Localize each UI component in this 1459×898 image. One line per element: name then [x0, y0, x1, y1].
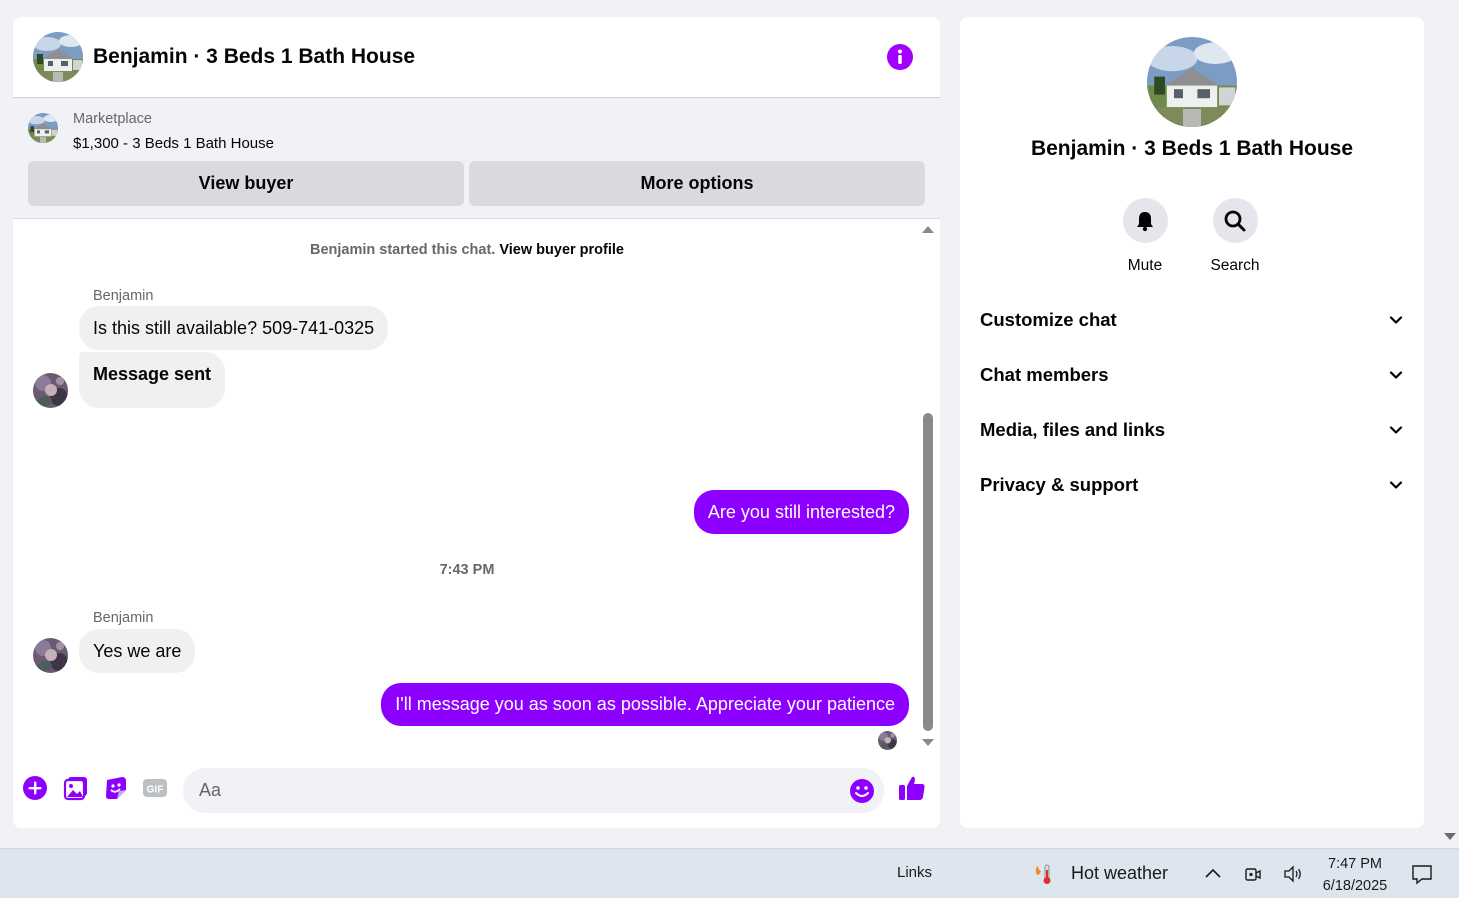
section-media-files-links[interactable]: Media, files and links [960, 402, 1424, 457]
chat-header: Benjamin · 3 Beds 1 Bath House [13, 17, 940, 98]
conversation-avatar[interactable] [1147, 37, 1237, 127]
section-label: Chat members [980, 363, 1109, 385]
notifications-icon[interactable] [1411, 863, 1433, 885]
listing-avatar[interactable] [33, 32, 83, 82]
mute-button[interactable] [1122, 198, 1168, 243]
sticker-button[interactable] [103, 775, 129, 801]
chevron-down-icon [1389, 480, 1403, 489]
search-label: Search [1210, 257, 1260, 274]
search-button[interactable] [1212, 198, 1258, 243]
sender-avatar[interactable] [33, 638, 68, 673]
message-bubble[interactable]: Is this still available? 509-741-0325 [79, 306, 389, 350]
info-icon [898, 49, 902, 64]
scroll-down-arrow[interactable] [922, 739, 934, 746]
smiley-icon [850, 779, 874, 803]
plus-circle-icon [23, 776, 47, 800]
sticker-icon [106, 777, 126, 799]
chat-title: Benjamin · 3 Beds 1 Bath House [93, 45, 416, 68]
search-icon [1224, 210, 1246, 231]
message-bubble[interactable]: Message sent [79, 352, 226, 408]
send-like-button[interactable] [897, 773, 927, 803]
listing-title[interactable]: $1,300 - 3 Beds 1 Bath House [73, 135, 274, 152]
section-label: Customize chat [980, 308, 1117, 330]
taskbar: Links Hot weather 7:47 PM 6/18/2025 [0, 848, 1459, 898]
chevron-down-icon [1389, 425, 1403, 434]
meet-now-icon[interactable] [1242, 863, 1264, 885]
listing-thumbnail[interactable] [28, 113, 58, 143]
svg-text:GIF: GIF [147, 785, 164, 796]
message-list: Benjamin started this chat. View buyer p… [13, 220, 940, 750]
read-receipt-avatar [878, 731, 897, 750]
section-customize-chat[interactable]: Customize chat [960, 292, 1424, 347]
marketplace-listing-bar: Marketplace $1,300 - 3 Beds 1 Bath House… [13, 98, 940, 219]
attach-photo-button[interactable] [63, 775, 89, 801]
message-timestamp: 7:43 PM [439, 562, 495, 578]
message-input[interactable] [183, 768, 884, 813]
photo-icon [63, 777, 87, 801]
more-actions-button[interactable] [22, 775, 48, 801]
conversation-title: Benjamin · 3 Beds 1 Bath House [1030, 137, 1354, 160]
thermometer-icon [1035, 864, 1051, 884]
message-bubble[interactable]: Yes we are [79, 629, 196, 673]
conversation-info-button[interactable] [887, 44, 913, 70]
system-clock[interactable]: 7:47 PM 6/18/2025 [1310, 853, 1400, 897]
message-sender: Benjamin [93, 610, 154, 626]
message-bubble[interactable]: I'll message you as soon as possible. Ap… [381, 683, 909, 726]
search-action[interactable]: Search [1205, 198, 1265, 275]
emoji-button[interactable] [849, 778, 875, 804]
page-scroll-down-arrow[interactable] [1444, 833, 1456, 840]
message-scrollbar-thumb[interactable] [923, 413, 933, 731]
message-composer: GIF [13, 753, 940, 828]
clock-date: 6/18/2025 [1322, 878, 1388, 894]
chevron-up-icon[interactable] [1202, 863, 1224, 885]
links-toolbar[interactable]: Links [897, 864, 932, 881]
view-buyer-profile-link[interactable]: View buyer profile [499, 242, 624, 258]
mute-action[interactable]: Mute [1115, 198, 1175, 275]
conversation-info-panel: Benjamin · 3 Beds 1 Bath House Mute Sear… [960, 17, 1424, 828]
gif-icon: GIF [143, 779, 167, 797]
thumbs-up-icon [899, 776, 925, 800]
chat-started-notice: Benjamin started this chat. View buyer p… [13, 242, 921, 258]
chat-started-text: Benjamin started this chat. [310, 242, 496, 258]
more-options-button[interactable]: More options [469, 161, 925, 206]
clock-time: 7:47 PM [1328, 856, 1382, 872]
chevron-down-icon [1389, 315, 1403, 324]
sender-avatar[interactable] [33, 373, 68, 408]
gif-button[interactable]: GIF [142, 775, 168, 801]
chevron-down-icon [1389, 370, 1403, 379]
weather-widget[interactable]: Hot weather [1071, 863, 1168, 884]
page-scrollbar[interactable] [1444, 0, 1459, 848]
message-bubble[interactable]: Are you still interested? [693, 490, 909, 534]
mute-label: Mute [1127, 257, 1163, 274]
section-chat-members[interactable]: Chat members [960, 347, 1424, 402]
chat-panel: Benjamin · 3 Beds 1 Bath House Marketpla… [13, 17, 940, 828]
view-buyer-button[interactable]: View buyer [28, 161, 464, 206]
scroll-up-arrow[interactable] [922, 226, 934, 233]
marketplace-label: Marketplace [73, 111, 152, 127]
section-label: Media, files and links [980, 418, 1166, 440]
section-privacy-support[interactable]: Privacy & support [960, 457, 1424, 512]
bell-icon [1137, 211, 1153, 231]
message-sender: Benjamin [93, 288, 154, 304]
section-label: Privacy & support [980, 473, 1139, 495]
speaker-icon[interactable] [1282, 863, 1304, 885]
